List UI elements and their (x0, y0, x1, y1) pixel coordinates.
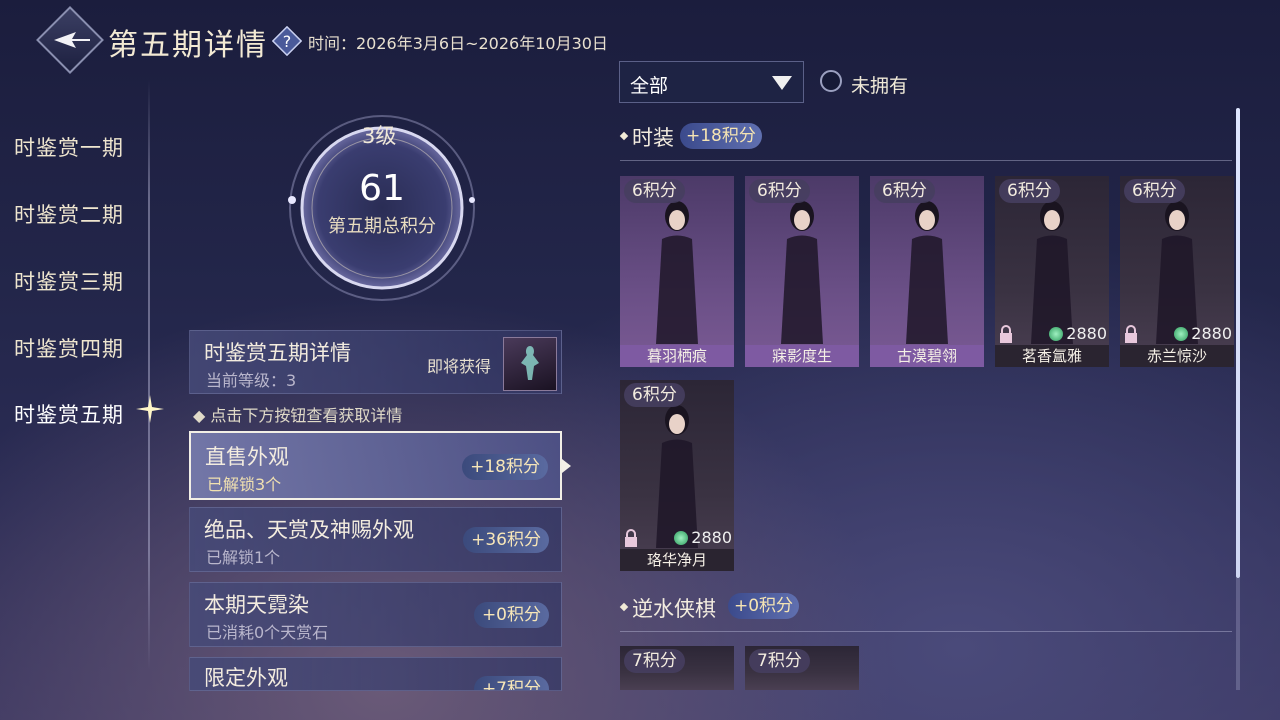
level-label: 3级 (362, 124, 397, 148)
section-points: +0积分 (728, 593, 800, 619)
bullet-icon (619, 131, 629, 141)
category-title: 直售外观 (205, 445, 289, 469)
outfit-card[interactable]: 6积分寐影度生 (745, 176, 859, 367)
outfit-name: 茗香氲雅 (995, 345, 1109, 367)
character-figure-icon (656, 405, 698, 548)
category-points: +36积分 (463, 527, 549, 553)
category-title: 限定外观 (204, 666, 288, 690)
total-score: 61 (359, 168, 405, 209)
category-direct-sale[interactable]: 直售外观 已解锁3个 +18积分 (189, 431, 562, 500)
hint-text: ◆ 点击下方按钮查看获取详情 (193, 406, 403, 425)
lock-icon (625, 529, 637, 547)
category-premium[interactable]: 绝品、天赏及神赐外观 已解锁1个 +36积分 (189, 507, 562, 572)
jade-currency-icon (1049, 327, 1063, 341)
outfit-price: 2880 (1191, 324, 1232, 343)
chevron-down-icon (772, 76, 792, 90)
outfit-card[interactable]: 6积分茗香氲雅 2880 (995, 176, 1109, 367)
category-points: +18积分 (462, 454, 548, 480)
category-points: +0积分 (473, 602, 549, 628)
character-figure-icon (656, 201, 698, 344)
points-tag: 7积分 (749, 649, 810, 673)
jade-currency-icon (674, 531, 688, 545)
section-divider (620, 631, 1232, 632)
reward-label: 即将获得 (427, 357, 492, 376)
scrollbar-thumb[interactable] (1236, 108, 1240, 578)
outfit-card[interactable]: 7积分 (620, 646, 734, 690)
reward-figure-icon (521, 346, 539, 380)
lock-icon (1125, 325, 1137, 343)
points-tag: 6积分 (749, 179, 810, 203)
reward-thumbnail[interactable] (503, 337, 557, 391)
filter-selected-value: 全部 (630, 75, 669, 97)
character-figure-icon (1031, 201, 1073, 344)
nav-item-period-1[interactable]: 时鉴赏一期 (14, 132, 124, 162)
section-divider (620, 160, 1232, 161)
points-tag: 7积分 (624, 649, 685, 673)
outfit-price: 2880 (691, 528, 732, 547)
bullet-icon (619, 602, 629, 612)
back-arrow-icon (54, 32, 90, 48)
total-score-label: 第五期总积分 (328, 216, 436, 237)
character-figure-icon (906, 201, 948, 344)
nav-item-period-5[interactable]: 时鉴赏五期 (14, 399, 124, 429)
question-diamond-icon[interactable]: ? (272, 26, 302, 56)
outfit-name: 寐影度生 (745, 345, 859, 367)
selected-arrow-icon (562, 459, 571, 473)
jade-currency-icon (1174, 327, 1188, 341)
category-title: 本期天霓染 (204, 593, 309, 617)
outfit-name: 暮羽栖痕 (620, 345, 734, 367)
nav-divider (148, 80, 150, 670)
category-sub: 已解锁3个 (207, 475, 282, 494)
section-points: +18积分 (680, 123, 762, 149)
period-detail-title: 时鉴赏五期详情 (204, 341, 351, 365)
outfit-card[interactable]: 6积分珞华净月 2880 (620, 380, 734, 571)
points-tag: 6积分 (1124, 179, 1185, 203)
nav-item-period-2[interactable]: 时鉴赏二期 (14, 199, 124, 229)
active-star-icon (136, 395, 164, 423)
event-time: 时间：2026年3月6日~2026年10月30日 (308, 34, 608, 53)
page-title: 第五期详情 (108, 28, 268, 63)
outfit-name: 古漠碧翎 (870, 345, 984, 367)
points-tag: 6积分 (999, 179, 1060, 203)
unowned-label[interactable]: 未拥有 (851, 71, 908, 98)
category-limited[interactable]: 限定外观 +7积分 (189, 657, 562, 691)
points-tag: 6积分 (624, 179, 685, 203)
points-tag: 6积分 (874, 179, 935, 203)
scroll-track[interactable] (1236, 578, 1240, 690)
section-title-fashion: 时装 (632, 126, 674, 150)
category-points: +7积分 (473, 676, 549, 690)
character-figure-icon (781, 201, 823, 344)
svg-text:?: ? (283, 32, 292, 51)
category-sub: 已解锁1个 (206, 548, 281, 567)
character-figure-icon (1156, 201, 1198, 344)
unowned-radio[interactable] (820, 70, 842, 92)
category-sub: 已消耗0个天赏石 (206, 623, 329, 642)
outfit-card[interactable]: 7积分 (745, 646, 859, 690)
points-tag: 6积分 (624, 383, 685, 407)
nav-item-period-3[interactable]: 时鉴赏三期 (14, 266, 124, 296)
category-title: 绝品、天赏及神赐外观 (204, 518, 414, 542)
current-level-text: 当前等级：3 (206, 371, 297, 390)
outfit-card[interactable]: 6积分赤兰惊沙 2880 (1120, 176, 1234, 367)
category-dye[interactable]: 本期天霓染 已消耗0个天赏石 +0积分 (189, 582, 562, 647)
section-title-chess: 逆水侠棋 (632, 597, 716, 621)
outfit-name: 赤兰惊沙 (1120, 345, 1234, 367)
outfit-card[interactable]: 6积分古漠碧翎 (870, 176, 984, 367)
outfit-price: 2880 (1066, 324, 1107, 343)
nav-item-period-4[interactable]: 时鉴赏四期 (14, 333, 124, 363)
outfit-name: 珞华净月 (620, 549, 734, 571)
lock-icon (1000, 325, 1012, 343)
outfit-card[interactable]: 6积分暮羽栖痕 (620, 176, 734, 367)
